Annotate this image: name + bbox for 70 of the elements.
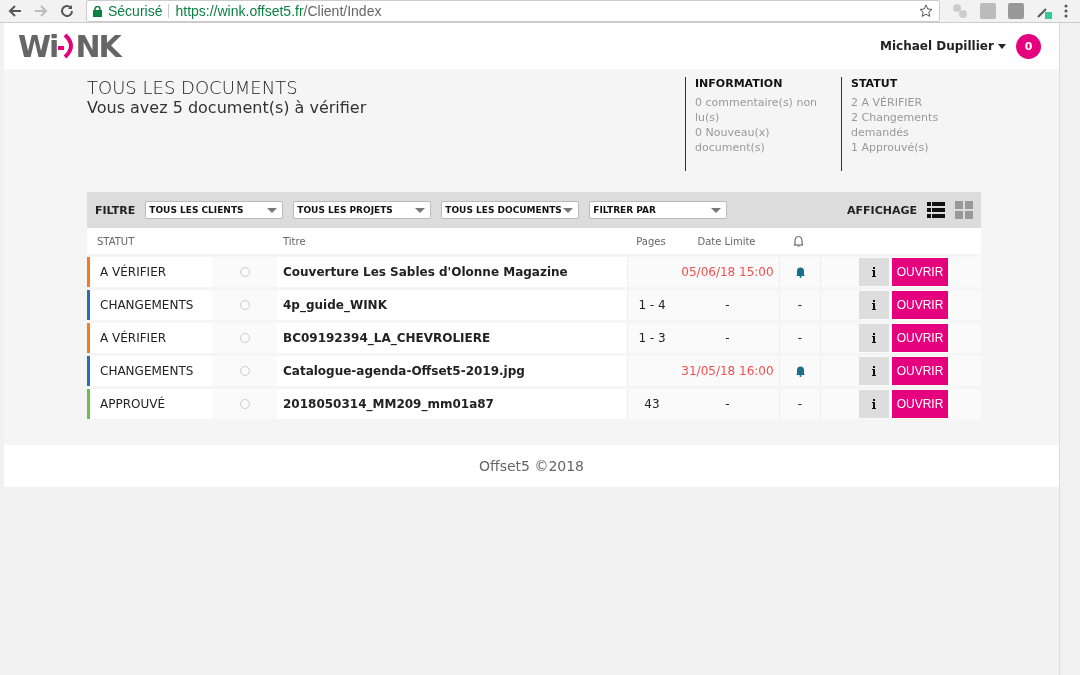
info-icon: [872, 399, 876, 409]
title-cell: Couverture Les Sables d'Olonne Magazine: [277, 257, 627, 287]
title-cell: 2018050314_MM209_mm01a87: [277, 389, 627, 419]
title-cell: Catalogue-agenda-Offset5-2019.jpg: [277, 356, 627, 386]
filter-dropdown[interactable]: FILTRER PAR: [589, 201, 728, 219]
wink-logo[interactable]: Wi NK: [18, 28, 120, 64]
title-cell: 4p_guide_WINK: [277, 290, 627, 320]
display-label: AFFICHAGE: [847, 203, 917, 217]
title-cell: BC09192394_LA_CHEVROLIERE: [277, 323, 627, 353]
filter-label: FILTRE: [95, 203, 136, 217]
open-button[interactable]: OUVRIR: [892, 324, 948, 352]
menu-icon[interactable]: [1064, 4, 1068, 18]
star-icon[interactable]: [919, 4, 933, 18]
footer-text: Offset5 ©2018: [478, 458, 585, 474]
filter-dropdown[interactable]: TOUS LES DOCUMENTS: [441, 201, 580, 219]
date-cell-text: -: [724, 331, 731, 345]
back-icon[interactable]: [8, 4, 22, 18]
column-header: Titre: [282, 235, 307, 247]
lock-icon: [93, 5, 102, 17]
page-subtitle: Vous avez 5 document(s) à vérifier: [87, 98, 368, 117]
info-button[interactable]: [859, 324, 889, 352]
url-text: https://wink.offset5.fr/Client/Index: [175, 3, 383, 19]
column-header: Date Limite: [696, 235, 757, 247]
user-menu[interactable]: Michael Dupillier: [879, 39, 1006, 53]
info-button[interactable]: [859, 390, 889, 418]
status-cell: CHANGEMENTS: [87, 356, 212, 386]
notification-cell: -: [797, 397, 803, 411]
notification-badge[interactable]: 0: [1016, 33, 1041, 59]
status-line: 2 Changements demandés: [851, 110, 940, 140]
pages-cell: 1 - 4: [627, 290, 676, 320]
bell-icon: [792, 235, 804, 247]
status-cell: A VÉRIFIER: [87, 323, 212, 353]
date-cell-text: -: [724, 397, 731, 411]
filter-dropdown[interactable]: TOUS LES CLIENTS: [145, 201, 284, 219]
column-header: Pages: [635, 235, 667, 247]
filter-dropdown[interactable]: TOUS LES PROJETS: [293, 201, 432, 219]
open-button[interactable]: OUVRIR: [892, 357, 948, 385]
info-button[interactable]: [859, 357, 889, 385]
info-icon: [872, 267, 876, 277]
column-header: STATUT: [96, 235, 136, 247]
open-button[interactable]: OUVRIR: [892, 291, 948, 319]
info-icon: [872, 300, 876, 310]
date-cell-text: -: [724, 298, 731, 312]
info-icon: [872, 333, 876, 343]
open-button[interactable]: OUVRIR: [892, 390, 948, 418]
open-button[interactable]: OUVRIR: [892, 258, 948, 286]
status-cell: A VÉRIFIER: [87, 257, 212, 287]
info-line: 0 Nouveau(x) document(s): [695, 125, 771, 155]
status-heading: STATUT: [851, 77, 899, 90]
pages-cell: 43: [627, 389, 676, 419]
reload-icon[interactable]: [60, 4, 74, 18]
notification-cell: -: [797, 331, 803, 345]
info-icon: [872, 366, 876, 376]
status-cell: APPROUVÉ: [87, 389, 212, 419]
status-line: 2 A VÉRIFIER: [851, 95, 924, 110]
info-line: 0 commentaire(s) non lu(s): [695, 95, 819, 125]
address-bar[interactable]: Sécurisé https://wink.offset5.fr/Client/Index: [86, 0, 940, 22]
info-heading: INFORMATION: [695, 77, 784, 90]
page-title: TOUS LES DOCUMENTS: [87, 77, 299, 98]
status-cell: CHANGEMENTS: [87, 290, 212, 320]
list-view-icon[interactable]: [927, 202, 945, 218]
pages-cell: 1 - 3: [627, 323, 676, 353]
notification-cell: -: [797, 298, 803, 312]
secure-label: Sécurisé: [108, 3, 163, 19]
date-cell-text: 31/05/18 16:00: [680, 364, 775, 378]
info-button[interactable]: [859, 258, 889, 286]
caret-icon: [998, 44, 1006, 49]
info-button[interactable]: [859, 291, 889, 319]
date-cell-text: 05/06/18 15:00: [680, 265, 775, 279]
status-line: 1 Approuvé(s): [851, 140, 930, 155]
